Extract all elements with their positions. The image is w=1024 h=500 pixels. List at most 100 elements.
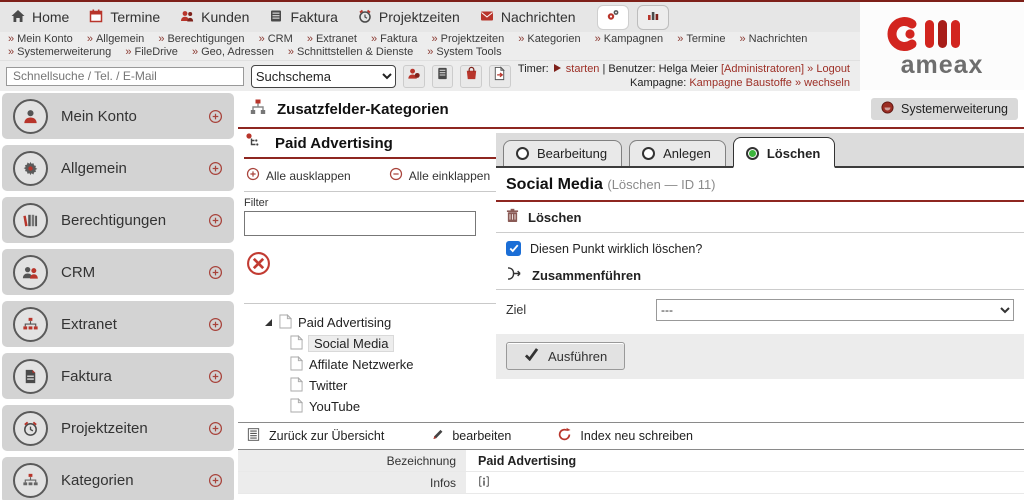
sidebar-item-label: CRM xyxy=(61,263,96,281)
tree-node-label-selected[interactable]: Social Media xyxy=(307,335,395,352)
sidebar-item-crm[interactable]: CRM xyxy=(2,249,234,295)
sidebar-item-faktura[interactable]: Faktura xyxy=(2,353,234,399)
expand-plus-icon[interactable] xyxy=(208,213,223,228)
sidebar-item-projektzeiten[interactable]: Projektzeiten xyxy=(2,405,234,451)
nav-label: Projektzeiten xyxy=(378,9,460,25)
nav-item-nachrichten[interactable]: Nachrichten xyxy=(479,8,576,27)
crumb-projektzeiten[interactable]: » Projektzeiten xyxy=(431,33,504,45)
crumb-nachrichten[interactable]: » Nachrichten xyxy=(740,33,808,45)
crumb-system-tools[interactable]: » System Tools xyxy=(427,46,501,58)
crumb-crm[interactable]: » CRM xyxy=(259,33,293,45)
crumb-berechtigungen[interactable]: » Berechtigungen xyxy=(158,33,244,45)
shop-button[interactable] xyxy=(460,64,483,88)
nav-buttons xyxy=(596,4,669,30)
sidebar-item-berechtigungen[interactable]: Berechtigungen xyxy=(2,197,234,243)
clear-filter-button[interactable] xyxy=(246,251,271,281)
nav-label: Nachrichten xyxy=(500,9,576,25)
target-select[interactable]: --- xyxy=(656,299,1014,321)
tree-node-twitter[interactable]: Twitter xyxy=(290,375,496,396)
crumb-filedrive[interactable]: » FileDrive xyxy=(125,46,178,58)
admin-gears-button[interactable] xyxy=(596,4,629,30)
tree-node-root[interactable]: Paid Advertising xyxy=(265,312,496,333)
tree-node-label[interactable]: YouTube xyxy=(309,399,360,414)
expand-plus-icon[interactable] xyxy=(208,161,223,176)
merge-section-header: Zusammenführen xyxy=(496,261,1024,290)
radio-off-icon xyxy=(642,147,656,160)
nav-item-kunden[interactable]: Kunden xyxy=(179,8,249,27)
expand-plus-icon[interactable] xyxy=(208,317,223,332)
crumb-allgemein[interactable]: » Allgemein xyxy=(87,33,144,45)
crumb-kategorien[interactable]: » Kategorien xyxy=(518,33,580,45)
sidebar-item-mein-konto[interactable]: Mein Konto xyxy=(2,93,234,139)
gears-icon xyxy=(605,7,621,28)
quick-search-input[interactable] xyxy=(6,66,244,86)
tab-anlegen[interactable]: Anlegen xyxy=(629,140,726,166)
books-icon xyxy=(13,202,48,238)
back-to-overview-link[interactable]: Zurück zur Übersicht xyxy=(246,427,384,445)
confirm-checkbox-checked[interactable] xyxy=(506,241,521,256)
add-contact-button[interactable] xyxy=(402,64,425,88)
expand-plus-icon[interactable] xyxy=(208,473,223,488)
radio-on-icon xyxy=(745,147,759,160)
category-tree: Paid Advertising Social Media Affilate N… xyxy=(244,304,496,417)
home-icon xyxy=(10,8,26,27)
tree-node-label[interactable]: Affilate Netzwerke xyxy=(309,357,414,372)
timer-start-link[interactable]: starten xyxy=(566,63,600,75)
crumb-geo-adressen[interactable]: » Geo, Adressen xyxy=(192,46,274,58)
crumb-termine[interactable]: » Termine xyxy=(677,33,725,45)
collapse-all-link[interactable]: Alle einklappen xyxy=(389,167,490,184)
content-area: Zusatzfelder-Kategorien Systemerweiterun… xyxy=(238,91,1024,499)
edit-link[interactable]: bearbeiten xyxy=(430,428,511,445)
expand-plus-icon[interactable] xyxy=(208,109,223,124)
ledger-button[interactable] xyxy=(431,64,454,88)
crumb-mein-konto[interactable]: » Mein Konto xyxy=(8,33,73,45)
expand-all-link[interactable]: Alle ausklappen xyxy=(246,167,351,184)
crumb-systemerweiterung[interactable]: » Systemerweiterung xyxy=(8,46,111,58)
delete-section-header: Löschen xyxy=(496,202,1024,233)
sidebar-item-extranet[interactable]: Extranet xyxy=(2,301,234,347)
tree-filter-input[interactable] xyxy=(244,211,476,236)
selected-item-note: (Löschen — ID 11) xyxy=(607,177,716,192)
page-icon xyxy=(290,397,304,416)
crumb-extranet[interactable]: » Extranet xyxy=(307,33,357,45)
timer-line: Timer: starten | Benutzer: Helga Meier [… xyxy=(518,62,850,76)
tree-open-arrow-icon[interactable] xyxy=(265,319,272,326)
expand-plus-icon[interactable] xyxy=(208,421,223,436)
sidebar-item-label: Extranet xyxy=(61,315,117,333)
statistics-button[interactable] xyxy=(636,4,669,30)
nav-item-faktura[interactable]: Faktura xyxy=(268,8,338,27)
ameax-logo: ameax xyxy=(860,2,1024,90)
document-export-button[interactable] xyxy=(489,64,511,88)
info-icon[interactable] xyxy=(478,475,490,491)
sidebar-item-allgemein[interactable]: Allgemein xyxy=(2,145,234,191)
crumb-kampagnen[interactable]: » Kampagnen xyxy=(595,33,663,45)
person-add-icon xyxy=(406,66,421,86)
tree-node-label[interactable]: Paid Advertising xyxy=(298,315,391,330)
document-icon xyxy=(13,358,48,394)
execute-button[interactable]: Ausführen xyxy=(506,342,626,370)
crumb-schnittstellen[interactable]: » Schnittstellen & Dienste xyxy=(288,46,413,58)
campaign-switch-link[interactable]: » wechseln xyxy=(795,77,850,89)
tab-loeschen-active[interactable]: Löschen xyxy=(732,137,836,168)
search-schema-select[interactable]: Suchschema xyxy=(250,64,396,88)
tree-node-label[interactable]: Twitter xyxy=(309,378,347,393)
systemerweiterung-button[interactable]: Systemerweiterung xyxy=(871,98,1018,120)
tab-bearbeitung[interactable]: Bearbeitung xyxy=(503,140,623,166)
header-main: Home Termine Kunden Faktura Projektzeite… xyxy=(0,2,860,91)
crumb-faktura[interactable]: » Faktura xyxy=(371,33,417,45)
expand-plus-icon[interactable] xyxy=(208,369,223,384)
logout-link[interactable]: » Logout xyxy=(807,63,850,75)
tree-node-youtube[interactable]: YouTube xyxy=(290,396,496,417)
nav-item-termine[interactable]: Termine xyxy=(88,8,160,27)
nav-item-home[interactable]: Home xyxy=(10,8,69,27)
rebuild-index-link[interactable]: Index neu schreiben xyxy=(557,427,693,445)
sidebar: Mein Konto Allgemein Berechtigungen CRM xyxy=(0,91,238,500)
tree-node-social-media[interactable]: Social Media xyxy=(290,333,496,354)
campaign-name: Kampagne Baustoffe xyxy=(689,77,792,89)
expand-plus-icon[interactable] xyxy=(208,265,223,280)
nav-item-projektzeiten[interactable]: Projektzeiten xyxy=(357,8,460,27)
shopping-bag-icon xyxy=(464,66,479,86)
merge-icon xyxy=(506,267,523,283)
tree-node-affilate-netzwerke[interactable]: Affilate Netzwerke xyxy=(290,354,496,375)
sidebar-item-kategorien[interactable]: Kategorien xyxy=(2,457,234,500)
